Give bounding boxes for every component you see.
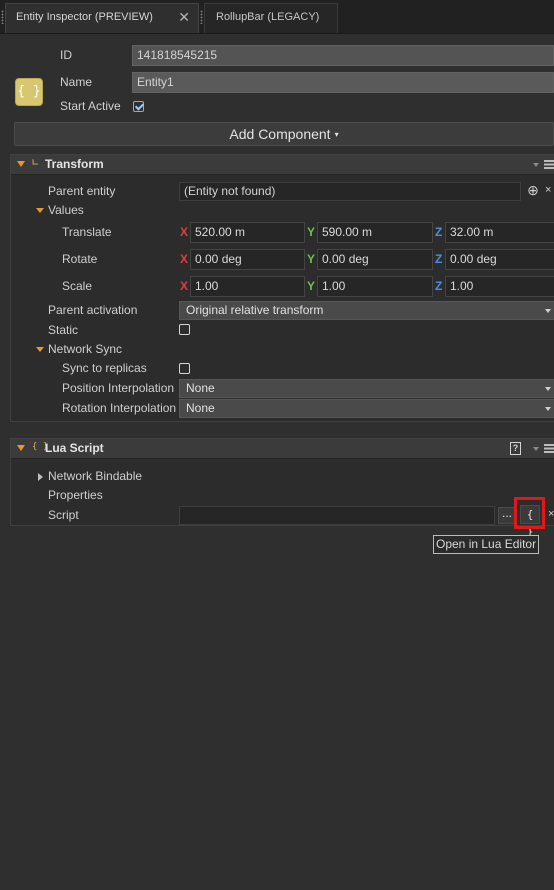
tooltip: Open in Lua Editor [433,535,540,554]
axis-x-label: X [180,252,189,266]
collapse-arrow-icon[interactable] [17,445,25,451]
network-sync-label: Network Sync [48,342,123,356]
chevron-down-icon: ▾ [334,130,339,139]
properties-label: Properties [48,488,103,502]
close-icon[interactable]: ✕ [178,4,190,31]
lua-script-title: Lua Script [45,441,104,455]
help-icon[interactable]: ? [510,442,521,455]
script-label: Script [48,508,79,522]
parent-entity-field[interactable]: (Entity not found) [179,182,521,201]
name-label: Name [60,75,93,89]
position-interpolation-value: None [186,381,215,395]
axis-y-label: Y [307,279,316,293]
parent-entity-label: Parent entity [48,184,116,198]
scale-y-input[interactable]: 1.00 [317,276,433,297]
hamburger-menu-icon[interactable] [544,444,554,453]
start-active-label: Start Active [60,99,121,113]
collapse-arrow-icon[interactable] [17,161,25,167]
menu-dropdown-icon[interactable] [533,163,539,167]
position-interpolation-label-clip: Position Interpolation [62,381,179,395]
axis-z-label: Z [435,252,443,266]
add-component-button[interactable]: Add Component ▾ [14,122,554,146]
entity-script-icon: { } [15,78,43,106]
tab-grip-handle[interactable] [200,10,203,24]
rotate-y-input[interactable]: 0.00 deg [317,249,433,270]
parent-activation-dropdown[interactable]: Original relative transform [179,301,554,320]
start-active-checkbox[interactable] [133,101,144,112]
transform-header[interactable]: ∟ Transform [11,155,554,175]
static-checkbox[interactable] [179,324,190,335]
axis-z-label: Z [435,225,443,239]
translate-z-input[interactable]: 32.00 m [445,222,554,243]
clear-script-icon[interactable]: × [548,508,554,520]
rotation-interpolation-label-clip: Rotation Interpolation [62,401,179,415]
position-interpolation-dropdown[interactable]: None [179,379,554,398]
sync-to-replicas-checkbox[interactable] [179,363,190,374]
chevron-down-icon [545,309,551,313]
network-bindable-label: Network Bindable [48,469,143,483]
values-expand-icon[interactable] [36,208,44,213]
network-sync-expand-icon[interactable] [36,347,44,352]
scale-x-input[interactable]: 1.00 [190,276,305,297]
entity-inspector-window: Entity Inspector (PREVIEW) ✕ RollupBar (… [0,0,554,890]
entity-name-input[interactable]: Entity1 [132,72,554,93]
add-component-label: Add Component [229,126,331,142]
translate-x-input[interactable]: 520.00 m [190,222,305,243]
open-in-lua-editor-button[interactable]: { } [520,505,540,538]
script-asset-field[interactable] [179,506,495,525]
chevron-down-icon [545,407,551,411]
entity-id-field: 141818545215 [132,45,554,66]
lua-script-header[interactable]: { } Lua Script ? [11,439,554,459]
rotation-interpolation-value: None [186,401,215,415]
rotate-x-input[interactable]: 0.00 deg [190,249,305,270]
tab-rollupbar-label: RollupBar (LEGACY) [216,11,320,23]
transform-icon: ∟ [32,156,39,169]
tab-entity-inspector[interactable]: Entity Inspector (PREVIEW) ✕ [5,3,199,33]
tab-bar: Entity Inspector (PREVIEW) ✕ RollupBar (… [0,0,554,34]
axis-y-label: Y [307,252,316,266]
translate-label: Translate [62,225,112,239]
tab-grip-handle[interactable] [1,10,4,24]
translate-y-input[interactable]: 590.00 m [317,222,433,243]
rotation-interpolation-label: Rotation Interpolation [62,401,177,415]
sync-to-replicas-label: Sync to replicas [62,361,147,375]
position-interpolation-label: Position Interpolation [62,381,175,395]
scale-z-input[interactable]: 1.00 [445,276,554,297]
transform-component: ∟ Transform Parent entity (Entity not fo… [10,154,554,422]
axis-x-label: X [180,279,189,293]
browse-button[interactable]: ... [498,507,516,524]
chevron-down-icon [545,387,551,391]
axis-y-label: Y [307,225,316,239]
rotation-interpolation-dropdown[interactable]: None [179,399,554,418]
tab-rollupbar[interactable]: RollupBar (LEGACY) [204,3,338,33]
target-picker-icon[interactable]: ⊕ [525,182,541,198]
rotate-label: Rotate [62,252,98,266]
lua-script-component: { } Lua Script ? Network Bindable Proper… [10,438,554,538]
axis-x-label: X [180,225,189,239]
tab-entity-inspector-label: Entity Inspector (PREVIEW) [16,11,153,23]
network-bindable-expand-icon[interactable] [38,473,43,481]
static-label: Static [48,323,79,337]
axis-z-label: Z [435,279,443,293]
transform-title: Transform [45,157,104,171]
parent-activation-value: Original relative transform [186,303,324,317]
scale-label: Scale [62,279,93,293]
clear-parent-icon[interactable]: × [545,184,551,196]
parent-activation-label: Parent activation [48,303,138,317]
hamburger-menu-icon[interactable] [544,160,554,169]
menu-dropdown-icon[interactable] [533,447,539,451]
values-label: Values [48,203,84,217]
id-label: ID [60,48,72,62]
rotate-z-input[interactable]: 0.00 deg [445,249,554,270]
